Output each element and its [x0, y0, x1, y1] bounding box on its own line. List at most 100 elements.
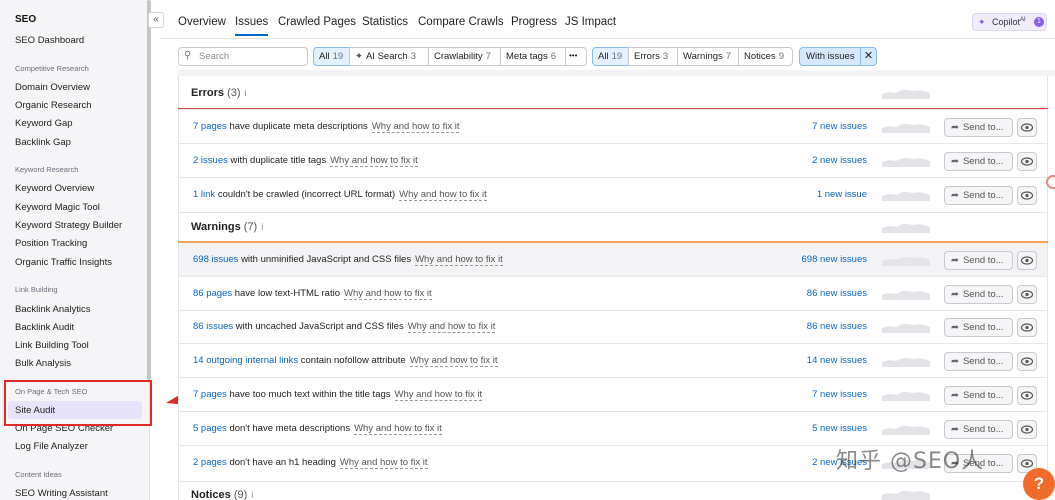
sidebar-item-domain-overview[interactable]: Domain Overview	[15, 82, 90, 93]
sidebar-item-log-file-analyzer[interactable]: Log File Analyzer	[15, 441, 88, 452]
filter-ai-search[interactable]: ✦ AI Search 3	[349, 47, 429, 66]
send-to-button[interactable]: ➦ Send to...	[944, 318, 1013, 337]
sidebar-item-backlink-audit[interactable]: Backlink Audit	[15, 322, 74, 333]
tab-compare-crawls[interactable]: Compare Crawls	[418, 16, 504, 28]
filter-category-all[interactable]: All 19	[313, 47, 350, 66]
filter-errors[interactable]: Errors 3	[628, 47, 678, 66]
new-issues-link[interactable]: 86 new issues	[760, 288, 867, 299]
new-issues-link[interactable]: 1 new issue	[760, 189, 867, 200]
sidebar-item-position-tracking[interactable]: Position Tracking	[15, 238, 87, 249]
send-to-button[interactable]: ➦ Send to...	[944, 352, 1013, 371]
issue-count-link[interactable]: 86 issues	[193, 321, 233, 332]
eye-icon[interactable]	[1017, 285, 1037, 304]
issue-count-link[interactable]: 5 pages	[193, 423, 227, 434]
new-issues-link[interactable]: 7 new issues	[760, 121, 867, 132]
sidebar-item-bulk-analysis[interactable]: Bulk Analysis	[15, 358, 71, 369]
eye-icon[interactable]	[1017, 318, 1037, 337]
issue-count-link[interactable]: 2 issues	[193, 155, 228, 166]
issue-count-link[interactable]: 86 pages	[193, 288, 232, 299]
why-and-how-link[interactable]: Why and how to fix it	[394, 389, 483, 401]
why-and-how-link[interactable]: Why and how to fix it	[371, 121, 460, 133]
with-issues-filter[interactable]: With issues	[799, 47, 861, 66]
issue-count-link[interactable]: 2 pages	[193, 457, 227, 468]
sidebar-item-keyword-magic-tool[interactable]: Keyword Magic Tool	[15, 202, 100, 213]
sidebar-scrollbar[interactable]	[147, 0, 151, 380]
why-and-how-link[interactable]: Why and how to fix it	[343, 288, 432, 300]
eye-icon[interactable]	[1017, 186, 1037, 205]
filter-count: 6	[550, 51, 557, 62]
issue-count-link[interactable]: 7 pages	[193, 389, 227, 400]
sidebar-item-seo-writing-assistant[interactable]: SEO Writing Assistant	[15, 488, 108, 499]
send-to-button[interactable]: ➦ Send to...	[944, 251, 1013, 270]
tab-statistics[interactable]: Statistics	[362, 16, 408, 28]
share-arrow-icon: ➦	[951, 424, 959, 435]
help-button[interactable]: ?	[1023, 468, 1055, 500]
new-issues-link[interactable]: 86 new issues	[760, 321, 867, 332]
sidebar-item-keyword-gap[interactable]: Keyword Gap	[15, 118, 73, 129]
new-issues-link[interactable]: 7 new issues	[760, 389, 867, 400]
send-to-label: Send to...	[962, 122, 1004, 133]
eye-icon[interactable]	[1017, 118, 1037, 137]
more-filters-button[interactable]: •••	[565, 47, 587, 66]
filter-meta-tags[interactable]: Meta tags 6	[500, 47, 566, 66]
why-and-how-link[interactable]: Why and how to fix it	[409, 355, 498, 367]
eye-icon[interactable]	[1017, 420, 1037, 439]
send-to-button[interactable]: ➦ Send to...	[944, 152, 1013, 171]
send-to-button[interactable]: ➦ Send to...	[944, 186, 1013, 205]
send-to-button[interactable]: ➦ Send to...	[944, 386, 1013, 405]
section-title: Notices	[191, 489, 231, 500]
issue-count-link[interactable]: 1 link	[193, 189, 215, 200]
new-issues-link[interactable]: 2 new issues	[760, 155, 867, 166]
clear-with-issues-button[interactable]: ✕	[860, 47, 877, 66]
eye-icon[interactable]	[1017, 352, 1037, 371]
sidebar-item-seo-dashboard[interactable]: SEO Dashboard	[15, 35, 84, 46]
new-issues-link[interactable]: 5 new issues	[760, 423, 867, 434]
search-icon: ⚲	[184, 50, 192, 61]
filter-warnings[interactable]: Warnings 7	[677, 47, 739, 66]
issue-count-link[interactable]: 7 pages	[193, 121, 227, 132]
sidebar-section-link-building: Link Building	[15, 285, 58, 294]
sidebar-item-keyword-strategy-builder[interactable]: Keyword Strategy Builder	[15, 220, 122, 231]
info-icon[interactable]: i	[245, 88, 247, 98]
send-to-button[interactable]: ➦ Send to...	[944, 285, 1013, 304]
why-and-how-link[interactable]: Why and how to fix it	[354, 423, 442, 435]
eye-icon[interactable]	[1017, 152, 1037, 171]
side-widget-icon[interactable]	[1046, 175, 1055, 189]
filter-type-all[interactable]: All 19	[592, 47, 629, 66]
eye-icon[interactable]	[1017, 251, 1037, 270]
tab-issues[interactable]: Issues	[235, 16, 268, 28]
sidebar-item-keyword-overview[interactable]: Keyword Overview	[15, 183, 94, 194]
row-divider	[178, 343, 1048, 344]
new-issues-link[interactable]: 698 new issues	[760, 254, 867, 265]
search-input[interactable]	[178, 47, 308, 66]
info-icon[interactable]: i	[251, 490, 253, 500]
tab-overview[interactable]: Overview	[178, 16, 226, 28]
send-to-button[interactable]: ➦ Send to...	[944, 420, 1013, 439]
eye-glyph	[1020, 191, 1034, 200]
eye-glyph	[1020, 391, 1034, 400]
issue-count-link[interactable]: 698 issues	[193, 254, 238, 265]
collapse-sidebar-button[interactable]: «	[148, 12, 164, 28]
tab-crawled-pages[interactable]: Crawled Pages	[278, 16, 356, 28]
info-icon[interactable]: i	[261, 222, 263, 232]
filter-count: 3	[410, 51, 416, 62]
filter-notices[interactable]: Notices 9	[738, 47, 793, 66]
sidebar-item-backlink-gap[interactable]: Backlink Gap	[15, 137, 71, 148]
filter-crawlability[interactable]: Crawlability 7	[428, 47, 501, 66]
sidebar-item-organic-research[interactable]: Organic Research	[15, 100, 92, 111]
tab-js-impact[interactable]: JS Impact	[565, 16, 616, 28]
why-and-how-link[interactable]: Why and how to fix it	[399, 189, 487, 201]
tab-progress[interactable]: Progress	[511, 16, 557, 28]
send-to-button[interactable]: ➦ Send to...	[944, 118, 1013, 137]
why-and-how-link[interactable]: Why and how to fix it	[415, 254, 503, 266]
why-and-how-link[interactable]: Why and how to fix it	[330, 155, 418, 167]
issue-row: 2 pages don't have an h1 heading Why and …	[193, 457, 428, 469]
sidebar-item-link-building-tool[interactable]: Link Building Tool	[15, 340, 89, 351]
sidebar-item-organic-traffic-insights[interactable]: Organic Traffic Insights	[15, 257, 112, 268]
why-and-how-link[interactable]: Why and how to fix it	[407, 321, 496, 333]
eye-icon[interactable]	[1017, 386, 1037, 405]
why-and-how-link[interactable]: Why and how to fix it	[339, 457, 428, 469]
issue-count-link[interactable]: 14 outgoing internal links	[193, 355, 298, 366]
new-issues-link[interactable]: 14 new issues	[760, 355, 867, 366]
sidebar-item-backlink-analytics[interactable]: Backlink Analytics	[15, 304, 91, 315]
